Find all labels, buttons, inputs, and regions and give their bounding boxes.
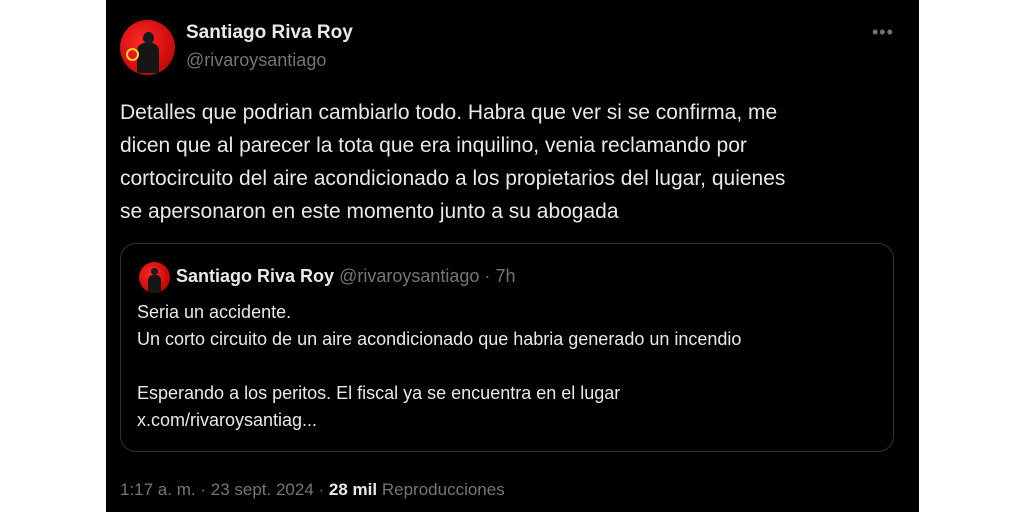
quoted-tweet-header: Santiago Riva Roy @rivaroysantiago · 7h <box>176 266 515 287</box>
avatar-figure-head <box>151 268 158 275</box>
views-label[interactable]: Reproducciones <box>382 480 505 499</box>
avatar-ring-icon <box>126 48 139 61</box>
avatar-figure-body <box>137 43 159 73</box>
avatar-figure-body <box>148 275 161 293</box>
tweet-text-line: Detalles que podrian cambiarlo todo. Hab… <box>120 101 778 124</box>
tweet-text-line: dicen que al parecer la tota que era inq… <box>120 134 747 157</box>
footer-separator: · <box>200 480 207 499</box>
tweet-footer: 1:17 a. m. · 23 sept. 2024 · 28 mil Repr… <box>120 480 505 500</box>
quoted-author-avatar[interactable] <box>139 262 170 293</box>
tweet-text-line: cortocircuito del aire acondicionado a l… <box>120 167 786 190</box>
author-avatar[interactable] <box>120 20 175 75</box>
quoted-text-line: Esperando a los peritos. El fiscal ya se… <box>137 383 621 403</box>
tweet-text-line: se apersonaron en este momento junto a s… <box>120 200 619 223</box>
quoted-link[interactable]: x.com/rivaroysantiag... <box>137 407 741 434</box>
quoted-author-handle[interactable]: @rivaroysantiago <box>339 266 479 286</box>
author-name[interactable]: Santiago Riva Roy <box>186 22 353 44</box>
tweet-text: Detalles que podrian cambiarlo todo. Hab… <box>120 96 900 228</box>
tweet-time[interactable]: 1:17 a. m. <box>120 480 196 499</box>
tweet-date[interactable]: 23 sept. 2024 <box>211 480 314 499</box>
quoted-timestamp[interactable]: 7h <box>495 266 515 286</box>
more-options-icon[interactable]: ••• <box>872 22 894 43</box>
footer-separator: · <box>318 480 325 499</box>
author-handle[interactable]: @rivaroysantiago <box>186 50 326 71</box>
quoted-separator: · <box>484 266 491 286</box>
quoted-author-name[interactable]: Santiago Riva Roy <box>176 266 334 286</box>
quoted-text-line: Seria un accidente. <box>137 302 292 322</box>
views-count[interactable]: 28 mil <box>329 480 377 499</box>
quoted-tweet-text: Seria un accidente. Un corto circuito de… <box>137 299 741 434</box>
quoted-text-line <box>137 353 741 380</box>
quoted-text-line: Un corto circuito de un aire acondiciona… <box>137 329 742 349</box>
